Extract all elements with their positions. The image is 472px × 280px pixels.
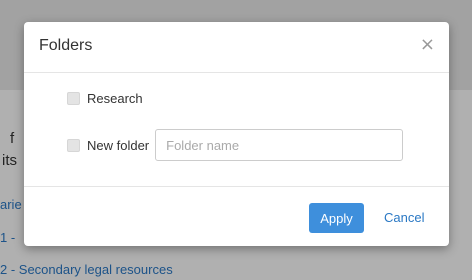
- folder-option-research[interactable]: Research: [67, 91, 143, 106]
- dialog-body: Research New folder: [24, 73, 449, 187]
- research-label: Research: [87, 91, 143, 106]
- cancel-link[interactable]: Cancel: [384, 210, 424, 225]
- apply-button[interactable]: Apply: [309, 203, 364, 233]
- dialog-footer: Apply Cancel: [24, 187, 449, 247]
- dialog-header: Folders ×: [24, 22, 449, 73]
- folder-option-new-folder: New folder: [67, 129, 404, 161]
- new-folder-checkbox[interactable]: [67, 138, 80, 152]
- new-folder-label: New folder: [87, 137, 150, 153]
- close-icon: ×: [419, 34, 435, 55]
- close-button[interactable]: ×: [420, 36, 435, 54]
- folders-dialog: Folders × Research New folder Apply Canc…: [24, 22, 449, 246]
- dialog-title: Folders: [39, 37, 93, 54]
- folder-name-input[interactable]: [155, 129, 404, 161]
- research-checkbox[interactable]: [67, 92, 80, 105]
